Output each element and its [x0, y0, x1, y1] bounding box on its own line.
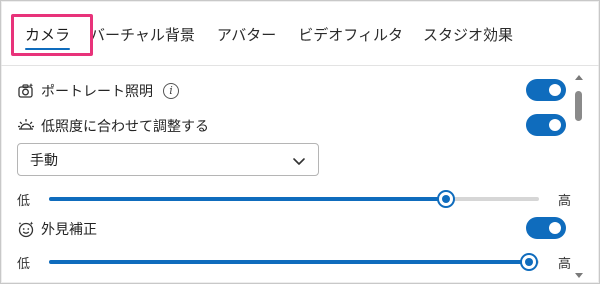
tab-virtual-background[interactable]: バーチャル背景: [80, 15, 205, 55]
portrait-lighting-toggle[interactable]: [526, 79, 566, 101]
appearance-toggle[interactable]: [526, 217, 566, 239]
tab-divider: [1, 65, 599, 66]
scroll-down-arrow-icon[interactable]: [575, 273, 583, 278]
camera-light-icon: [17, 80, 39, 102]
active-tab-indicator: [25, 48, 71, 50]
camera-settings-panel: カメラ バーチャル背景 アバター ビデオフィルタ スタジオ効果 ポートレート照明: [0, 0, 600, 284]
tab-video-filter[interactable]: ビデオフィルタ: [288, 15, 413, 55]
low-light-intensity-slider: 低 高: [17, 190, 571, 209]
toggle-knob: [549, 222, 561, 234]
tab-bar: カメラ バーチャル背景 アバター ビデオフィルタ スタジオ効果: [15, 15, 523, 61]
slider-fill: [49, 260, 530, 264]
slider-fill: [49, 197, 446, 201]
info-icon[interactable]: i: [163, 83, 179, 99]
appearance-label: 外見補正: [41, 222, 97, 238]
scrollbar-thumb[interactable]: [575, 91, 582, 121]
low-light-toggle[interactable]: [526, 114, 566, 136]
tab-studio-effects[interactable]: スタジオ効果: [413, 15, 523, 55]
tab-studio-effects-label: スタジオ効果: [422, 26, 513, 44]
toggle-knob: [549, 84, 561, 96]
tab-camera[interactable]: カメラ: [15, 15, 80, 55]
slider-low-label: 低: [17, 256, 31, 272]
slider-track[interactable]: [49, 190, 539, 208]
brightness-icon: [17, 115, 39, 137]
slider-track[interactable]: [49, 253, 539, 271]
mode-select[interactable]: 手動: [17, 143, 319, 176]
face-smile-icon: [17, 218, 39, 240]
tab-avatar-label: アバター: [216, 26, 277, 44]
slider-thumb[interactable]: [520, 253, 539, 271]
tab-camera-label: カメラ: [25, 26, 71, 44]
appearance-intensity-slider: 低 高: [17, 253, 571, 272]
scroll-up-arrow-icon[interactable]: [575, 75, 583, 80]
slider-high-label: 高: [557, 193, 571, 209]
toggle-knob: [549, 119, 561, 131]
slider-thumb[interactable]: [436, 190, 455, 208]
portrait-lighting-label: ポートレート照明: [41, 84, 153, 100]
chevron-down-icon: [292, 153, 306, 167]
slider-high-label: 高: [557, 256, 571, 272]
tab-avatar[interactable]: アバター: [207, 15, 286, 55]
slider-low-label: 低: [17, 193, 31, 209]
low-light-row: 低照度に合わせて調整する: [17, 113, 566, 139]
low-light-label: 低照度に合わせて調整する: [41, 119, 209, 135]
appearance-row: 外見補正: [17, 216, 566, 242]
portrait-lighting-row: ポートレート照明 i: [17, 78, 566, 104]
mode-select-value: 手動: [30, 152, 58, 169]
tab-video-filter-label: ビデオフィルタ: [298, 26, 403, 44]
tab-virtual-background-label: バーチャル背景: [90, 26, 195, 44]
vertical-scrollbar[interactable]: [573, 73, 585, 278]
